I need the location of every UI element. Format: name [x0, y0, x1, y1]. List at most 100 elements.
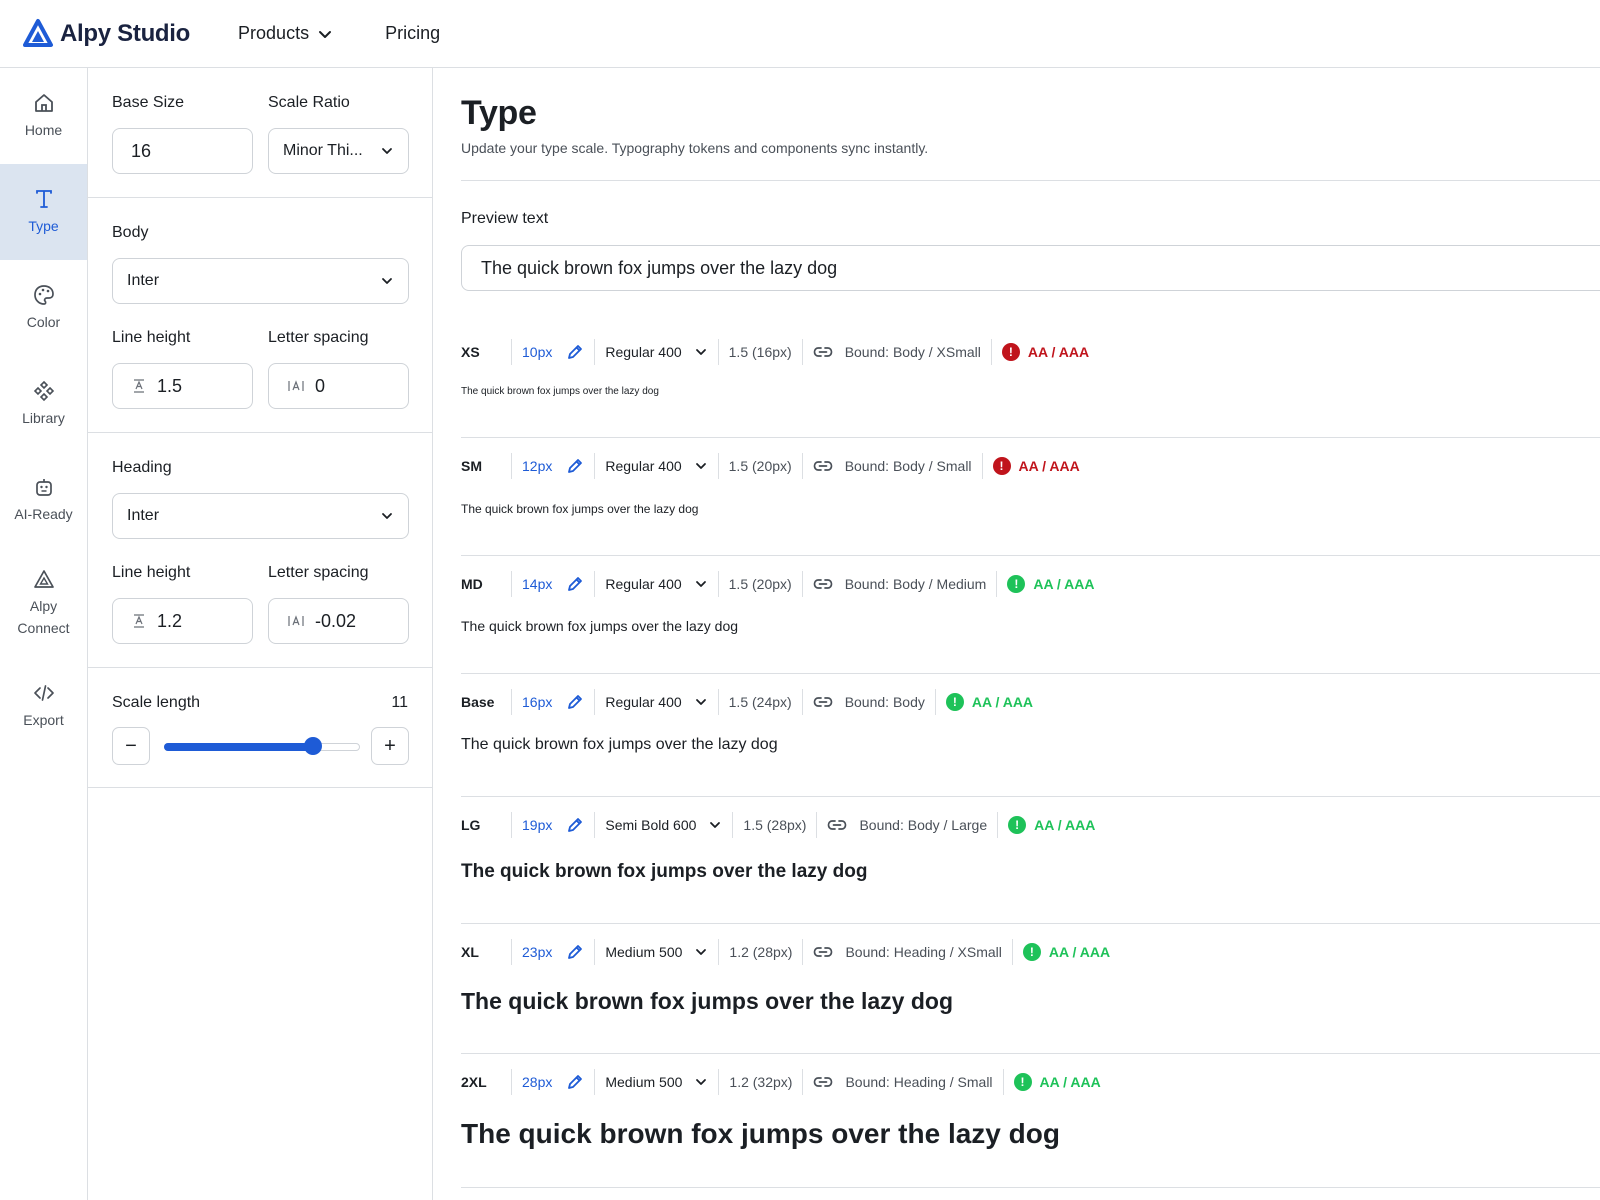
type-size-value[interactable]: 28px	[522, 1074, 552, 1090]
contrast-label: AA / AAA	[1033, 576, 1095, 592]
heading-letter-spacing-input[interactable]: -0.02	[268, 598, 409, 644]
token-binding[interactable]: Bound: Body / Medium	[813, 576, 986, 592]
rail-label-type: Type	[28, 218, 59, 234]
scale-settings-section: Base Size 16 Scale Ratio Minor Thi...	[88, 68, 432, 198]
separator	[1002, 1069, 1004, 1095]
pencil-icon[interactable]	[566, 693, 584, 711]
heading-line-height-input[interactable]: 1.2	[112, 598, 253, 644]
pencil-icon[interactable]	[566, 343, 584, 361]
pencil-icon[interactable]	[566, 1073, 584, 1091]
scale-length-decrement-button[interactable]: −	[112, 727, 150, 765]
body-settings-section: Body Inter Line height 1.5 Letter spacin…	[88, 198, 432, 433]
page-title: Type	[461, 94, 537, 132]
rail-item-export[interactable]: Export	[0, 658, 87, 754]
scale-length-increment-button[interactable]: +	[371, 727, 409, 765]
font-weight-select[interactable]: Regular 400	[605, 694, 707, 710]
type-size-value[interactable]: 23px	[522, 944, 552, 960]
separator	[511, 689, 512, 715]
token-binding-label: Bound: Body / Large	[859, 817, 988, 833]
font-weight-select[interactable]: Regular 400	[605, 576, 707, 592]
rail-label-color: Color	[26, 314, 61, 330]
body-font-select[interactable]: Inter	[112, 258, 409, 304]
chevron-down-icon	[688, 695, 708, 709]
pencil-icon[interactable]	[566, 816, 584, 834]
alert-icon: !	[1022, 943, 1041, 961]
body-letter-spacing-value: 0	[315, 375, 326, 396]
alert-icon: !	[1008, 816, 1027, 834]
preview-text-input[interactable]: The quick brown fox jumps over the lazy …	[461, 245, 1600, 291]
heading-settings-section: Heading Inter Line height 1.2 Letter spa…	[88, 433, 432, 668]
contrast-badge: ! AA / AAA	[1001, 343, 1089, 361]
token-binding[interactable]: Bound: Heading / Small	[813, 1074, 993, 1090]
font-weight-value: Regular 400	[605, 458, 682, 474]
token-binding[interactable]: Bound: Body / Small	[813, 458, 972, 474]
pencil-icon[interactable]	[566, 575, 584, 593]
pencil-icon[interactable]	[566, 943, 584, 961]
pencil-icon[interactable]	[566, 457, 584, 475]
rail-label-library: Library	[22, 410, 65, 426]
alert-icon: !	[1013, 1073, 1032, 1091]
token-binding[interactable]: Bound: Heading / XSmall	[813, 944, 1002, 960]
type-sample-text: The quick brown fox jumps over the lazy …	[461, 988, 954, 1014]
type-size-value[interactable]: 14px	[522, 576, 552, 592]
link-icon	[813, 577, 839, 591]
body-line-height-input[interactable]: 1.5	[112, 363, 253, 409]
alert-icon: !	[945, 693, 964, 711]
separator	[511, 812, 512, 838]
link-icon	[813, 695, 839, 709]
nav-pricing[interactable]: Pricing	[385, 23, 440, 44]
type-sample-text: The quick brown fox jumps over the lazy …	[461, 502, 699, 516]
font-weight-value: Regular 400	[605, 694, 682, 710]
rail-item-library[interactable]: Library	[0, 356, 87, 452]
rail-item-alpy-connect[interactable]: Alpy Connect	[0, 548, 87, 658]
separator	[816, 812, 818, 838]
token-binding[interactable]: Bound: Body / Large	[827, 817, 987, 833]
font-weight-select[interactable]: Regular 400	[605, 458, 707, 474]
font-weight-select[interactable]: Semi Bold 600	[605, 817, 722, 833]
rail-item-ai-ready[interactable]: AI-Ready	[0, 452, 87, 548]
slider-fill	[164, 743, 313, 751]
font-weight-select[interactable]: Medium 500	[605, 1074, 708, 1090]
font-weight-value: Regular 400	[605, 576, 682, 592]
separator	[717, 571, 719, 597]
rail-label-export: Export	[23, 712, 64, 728]
body-letter-spacing-label: Letter spacing	[268, 329, 369, 346]
chevron-down-icon	[382, 513, 392, 519]
body-line-height-label: Line height	[112, 329, 191, 346]
scale-length-slider[interactable]	[164, 736, 360, 756]
line-height-icon	[134, 379, 144, 393]
scale-ratio-value: Minor Thi...	[283, 142, 363, 159]
type-size-value[interactable]: 19px	[522, 817, 552, 833]
type-size-value[interactable]: 12px	[522, 458, 552, 474]
type-size-value[interactable]: 16px	[522, 694, 552, 710]
chevron-down-icon	[382, 278, 392, 284]
scale-ratio-select[interactable]: Minor Thi...	[268, 128, 409, 174]
type-size-value[interactable]: 10px	[522, 344, 552, 360]
token-binding[interactable]: Bound: Body	[813, 694, 925, 710]
type-token-name: XL	[461, 944, 479, 960]
link-icon	[813, 945, 839, 959]
body-font-value: Inter	[127, 272, 160, 289]
nav-products[interactable]: Products	[238, 23, 333, 44]
base-size-input[interactable]: 16	[112, 128, 253, 174]
plus-icon: +	[384, 734, 396, 757]
token-binding[interactable]: Bound: Body / XSmall	[813, 344, 981, 360]
rail-item-color[interactable]: Color	[0, 260, 87, 356]
body-letter-spacing-input[interactable]: 0	[268, 363, 409, 409]
chevron-down-icon	[688, 345, 708, 359]
slider-thumb[interactable]	[303, 737, 322, 755]
heading-section-title: Heading	[112, 459, 172, 476]
separator	[511, 339, 512, 365]
type-row-meta: Base 16px Regular 400 1.5 (24px) Bound: Body…	[461, 688, 1033, 716]
scale-length-label: Scale length	[112, 694, 201, 711]
contrast-badge: ! AA / AAA	[1022, 943, 1110, 961]
brand[interactable]: Alpy Studio	[22, 18, 190, 50]
heading-font-select[interactable]: Inter	[112, 493, 409, 539]
rail-item-home[interactable]: Home	[0, 68, 87, 164]
font-weight-select[interactable]: Medium 500	[605, 944, 708, 960]
separator	[802, 939, 804, 965]
line-height-value: 1.5 (28px)	[743, 817, 807, 833]
chevron-down-icon	[702, 818, 722, 832]
font-weight-select[interactable]: Regular 400	[605, 344, 707, 360]
rail-item-type[interactable]: Type	[0, 164, 87, 260]
